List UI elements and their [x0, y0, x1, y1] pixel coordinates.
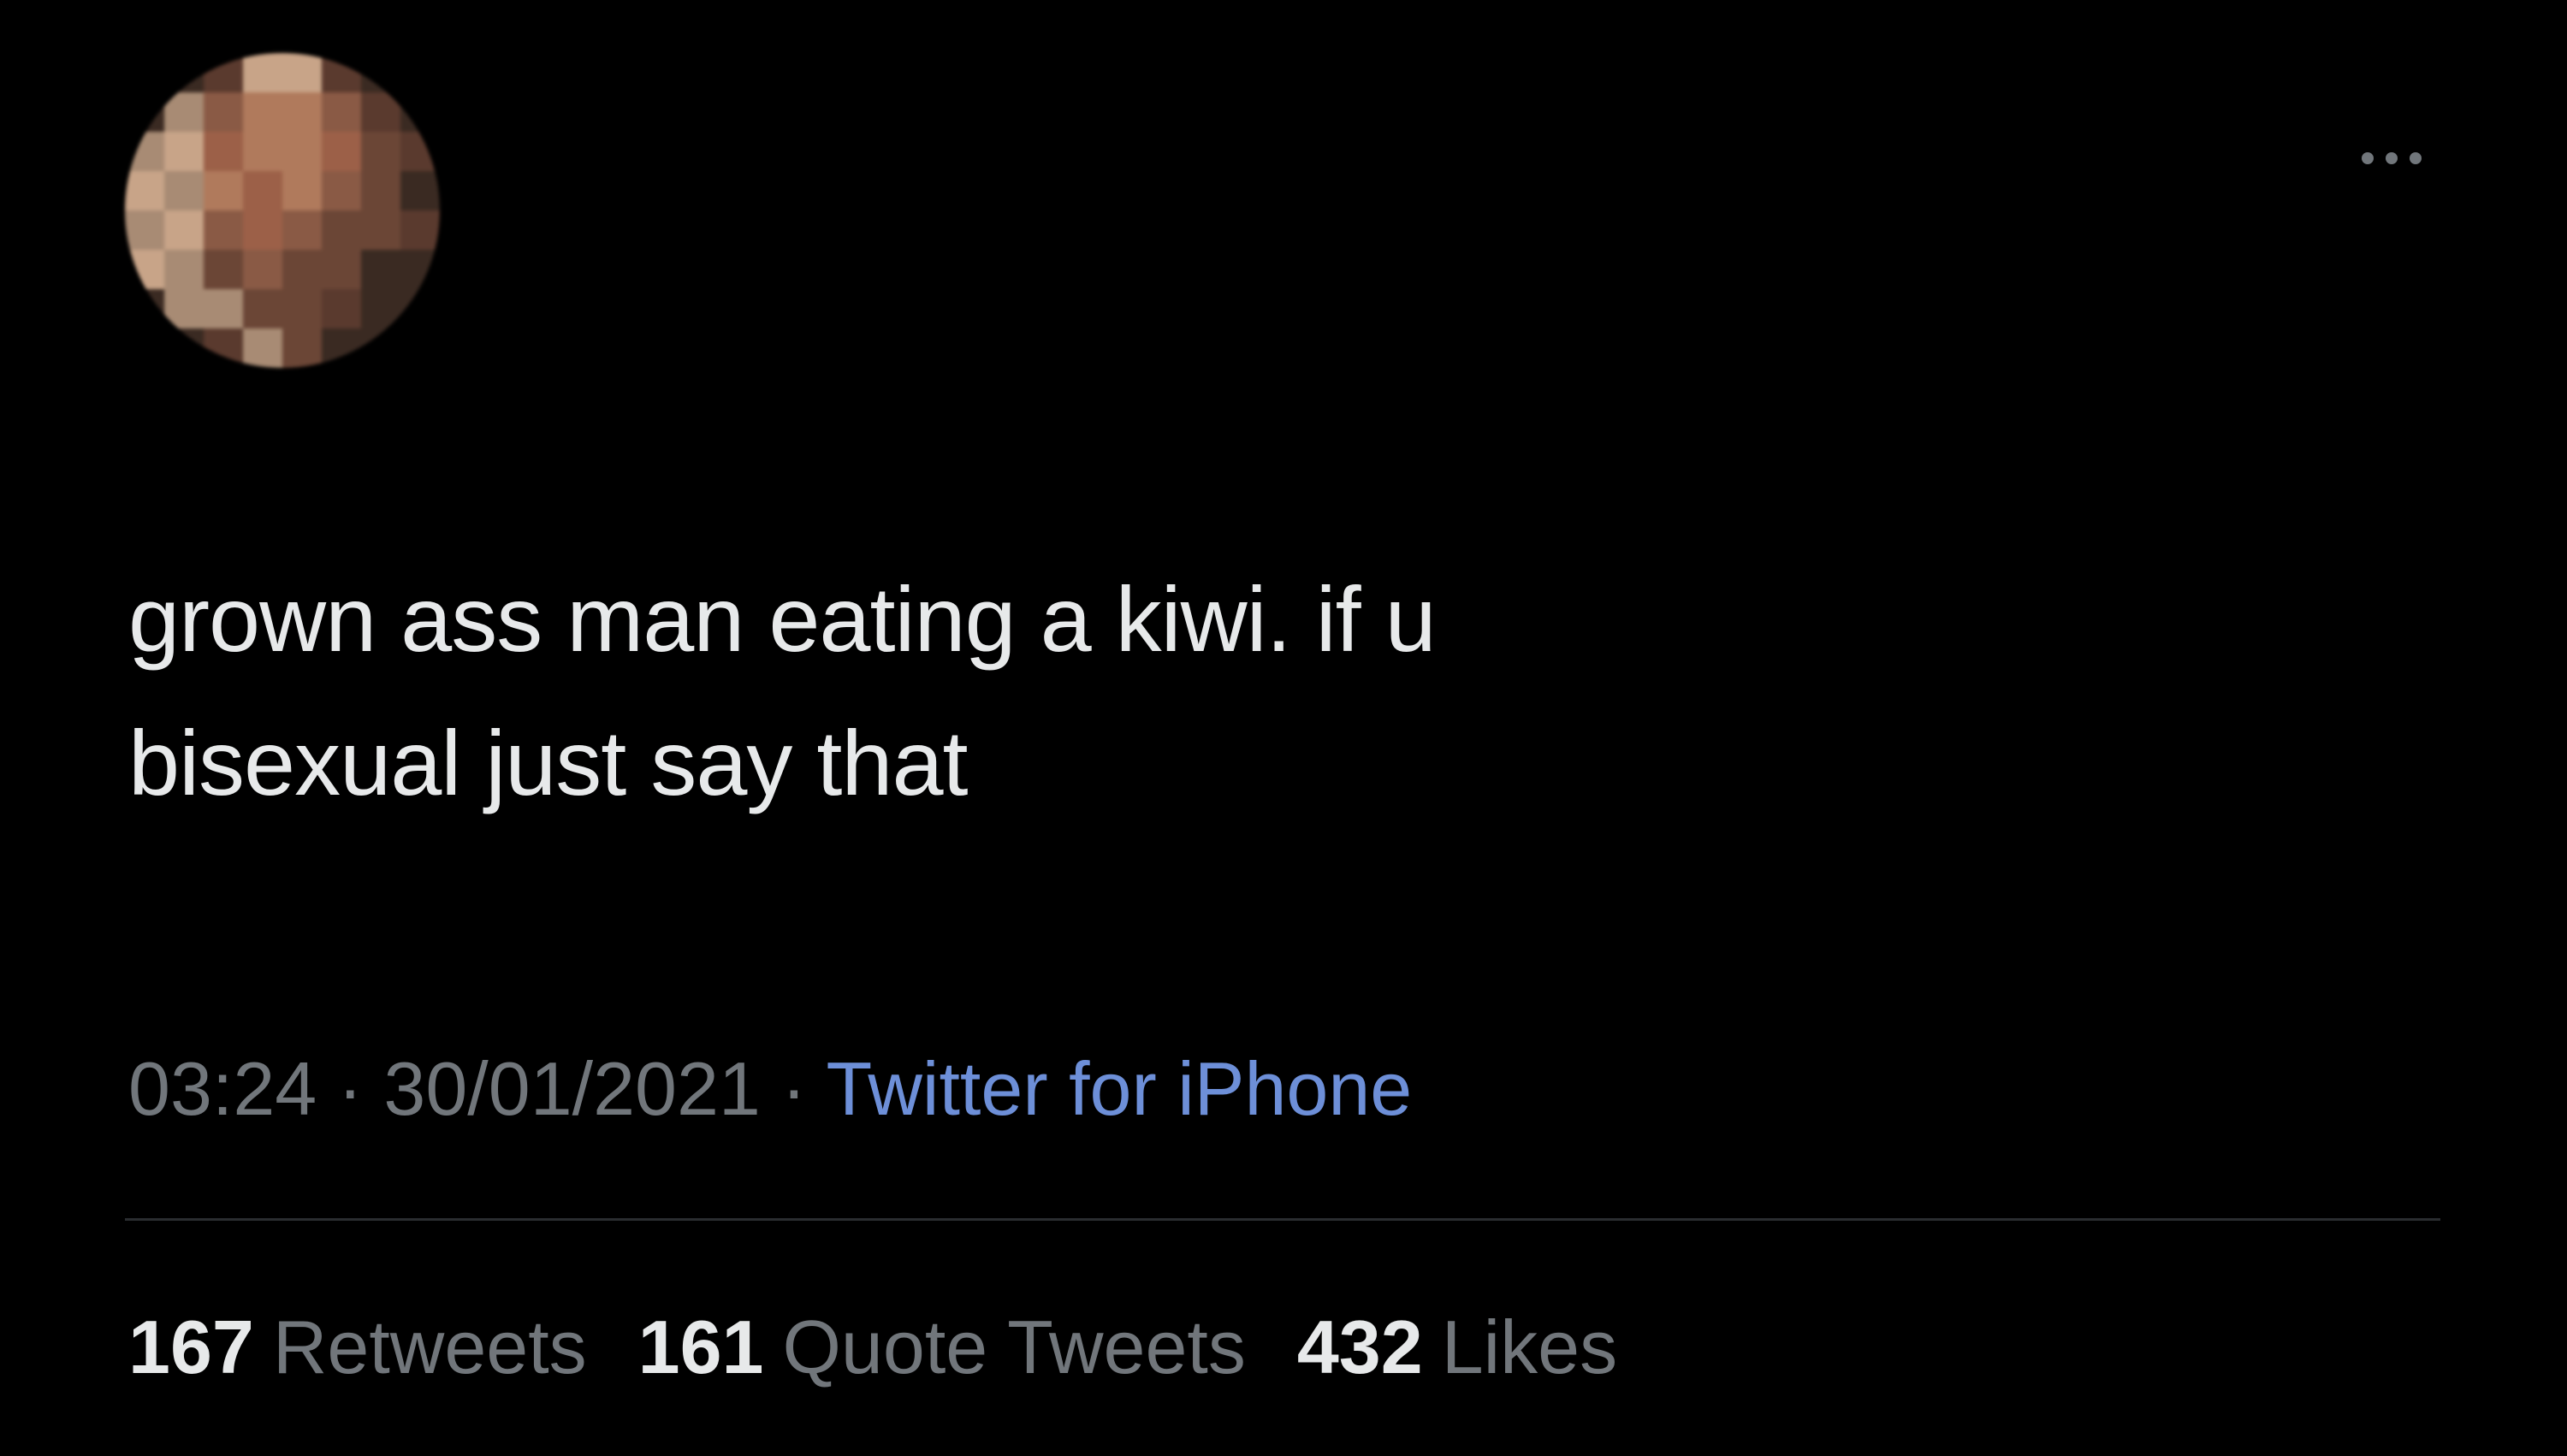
tweet: grown ass man eating a kiwi. if u bisexu…	[0, 0, 2567, 1456]
tweet-time[interactable]: 03:24	[128, 1046, 317, 1131]
meta-separator: ·	[760, 1046, 827, 1131]
quote-tweets-stat[interactable]: 161 Quote Tweets	[638, 1305, 1246, 1389]
retweets-label: Retweets	[272, 1305, 587, 1389]
divider	[125, 1218, 2440, 1221]
likes-label: Likes	[1441, 1305, 1618, 1389]
tweet-metadata: 03:24 · 30/01/2021 · Twitter for iPhone	[128, 1042, 1412, 1136]
tweet-text: grown ass man eating a kiwi. if u bisexu…	[128, 567, 1437, 814]
retweets-count: 167	[128, 1305, 254, 1389]
tweet-stats: 167 Retweets 161 Quote Tweets 432 Likes	[128, 1300, 1669, 1394]
likes-stat[interactable]: 432 Likes	[1297, 1305, 1617, 1389]
meta-separator: ·	[317, 1046, 384, 1131]
tweet-source-link[interactable]: Twitter for iPhone	[826, 1046, 1412, 1131]
likes-count: 432	[1296, 1305, 1423, 1389]
more-dots-icon	[2362, 152, 2422, 164]
more-options-button[interactable]	[2336, 137, 2447, 180]
quote-tweets-count: 161	[637, 1305, 764, 1389]
retweets-stat[interactable]: 167 Retweets	[128, 1305, 587, 1389]
tweet-date[interactable]: 30/01/2021	[383, 1046, 760, 1131]
quote-tweets-label: Quote Tweets	[782, 1305, 1246, 1389]
avatar[interactable]	[125, 53, 440, 368]
